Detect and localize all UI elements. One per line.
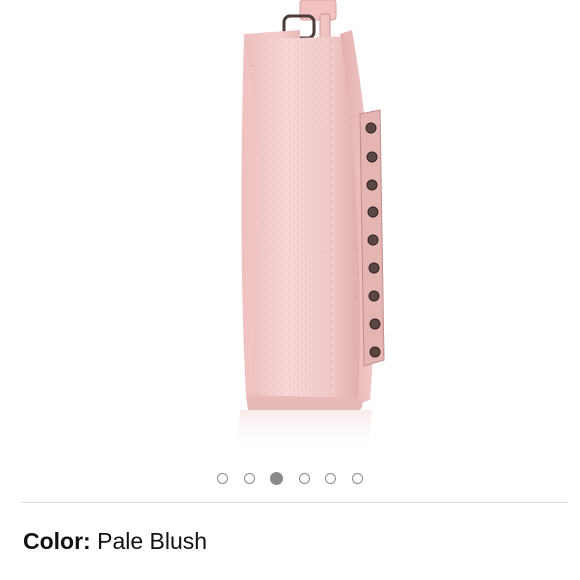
color-label: Color: (23, 528, 91, 554)
pager-dot-2[interactable] (243, 472, 255, 484)
stud-strip (359, 109, 385, 367)
image-pager[interactable] (0, 469, 580, 487)
divider (22, 502, 568, 503)
pager-dot-4[interactable] (298, 472, 310, 484)
pager-dot-6[interactable] (351, 472, 363, 484)
product-screen: Color: Pale Blush (0, 0, 580, 580)
pager-dot-1[interactable] (217, 472, 229, 484)
product-image[interactable] (0, 0, 580, 460)
pager-dot-5[interactable] (325, 472, 337, 484)
color-value: Pale Blush (97, 528, 208, 554)
pager-dot-3-active[interactable] (270, 471, 284, 485)
color-selection: Color: Pale Blush (23, 528, 207, 555)
